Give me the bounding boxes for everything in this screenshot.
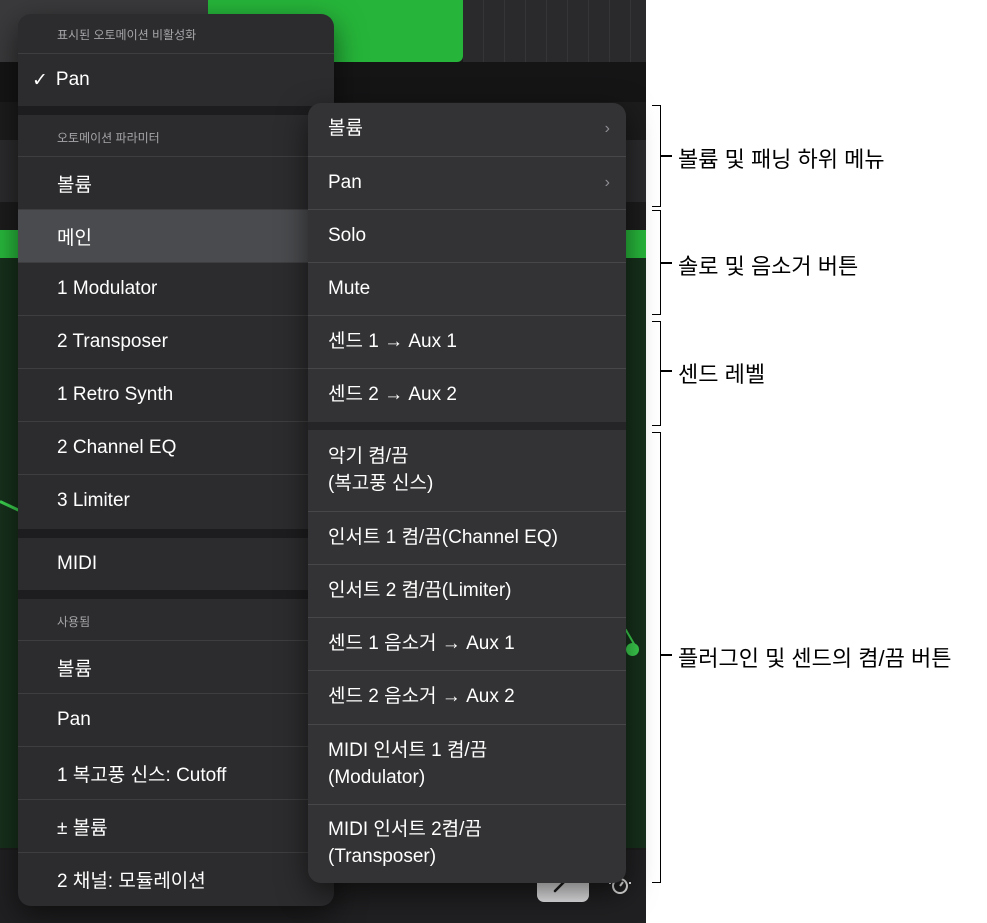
submenu-item-volume[interactable]: 볼륨 › (308, 103, 626, 156)
callout-bracket-plugin-onoff (652, 432, 661, 883)
callout-plugin-onoff: 플러그인 및 센드의 켬/끔 버튼 (678, 646, 952, 671)
submenu-item-label: Pan (328, 171, 362, 193)
menu-item-midi[interactable]: MIDI (18, 538, 334, 590)
menu-item-label: 1 Retro Synth (57, 384, 174, 405)
submenu-item-label: 센드 1 → Aux 1 (328, 330, 457, 352)
submenu-item-label: 악기 켬/끔 (328, 445, 409, 467)
submenu-item-instrument-onoff[interactable]: 악기 켬/끔 (복고풍 신스) (308, 430, 626, 511)
submenu-item-label: Mute (328, 277, 371, 299)
menu-item-label: 볼륨 (57, 658, 92, 680)
menu-item-label: Pan (57, 709, 91, 730)
submenu-item-send2[interactable]: 센드 2 → Aux 2 (308, 368, 626, 421)
submenu-item-label: MIDI 인서트 2켬/끔 (328, 819, 482, 841)
submenu-item-label: 볼륨 (328, 118, 363, 140)
submenu-item-label: 센드 1 음소거 → Aux 1 (328, 632, 515, 654)
used-header: 사용됨 (57, 615, 91, 629)
menu-item-label: 2 채널: 모듈레이션 (57, 871, 206, 892)
callout-send-level: 센드 레벨 (678, 362, 766, 387)
checkmark-icon: ✓ (32, 69, 48, 91)
submenu-item-insert2[interactable]: 인서트 2 켬/끔(Limiter) (308, 564, 626, 617)
menu-item-label: 2 Transposer (57, 331, 168, 352)
submenu-item-sublabel: (복고풍 신스) (328, 472, 434, 494)
submenu-item-send1-mute[interactable]: 센드 1 음소거 → Aux 1 (308, 617, 626, 670)
menu-item-label: 1 복고풍 신스: Cutoff (57, 764, 227, 786)
menu-item-label: 1 Modulator (57, 278, 158, 299)
menu-item-label: 2 Channel EQ (57, 437, 177, 458)
submenu-item-pan[interactable]: Pan › (308, 156, 626, 209)
menu-separator (18, 590, 334, 599)
submenu-item-label: 인서트 2 켬/끔(Limiter) (328, 579, 512, 601)
submenu-item-midi-insert1[interactable]: MIDI 인서트 1 켬/끔 (Modulator) (308, 724, 626, 804)
menu-item-label: MIDI (57, 553, 98, 574)
submenu-item-send2-mute[interactable]: 센드 2 음소거 → Aux 2 (308, 670, 626, 724)
disable-shown-automation-header[interactable]: 표시된 오토메이션 비활성화 (18, 26, 334, 43)
submenu-item-sublabel: (Transposer) (328, 846, 437, 867)
main-submenu: 볼륨 › Pan › Solo Mute 센드 1 → Aux 1 센드 2 →… (308, 103, 626, 883)
submenu-item-label: Solo (328, 224, 367, 246)
automation-menu: 표시된 오토메이션 비활성화 ✓ Pan 오토메이션 파라미터 볼륨 메인 1 … (18, 14, 334, 906)
menu-item-volume[interactable]: 볼륨 (18, 156, 334, 209)
submenu-item-sublabel: (Modulator) (328, 766, 426, 788)
menu-separator (18, 106, 334, 115)
submenu-item-mute[interactable]: Mute (308, 262, 626, 315)
submenu-item-label: 인서트 1 켬/끔(Channel EQ) (328, 526, 558, 548)
callout-bracket-send-level (652, 321, 661, 426)
menu-separator (18, 529, 334, 538)
menu-item-transposer[interactable]: 2 Transposer (18, 315, 334, 368)
callout-volume-pan: 볼륨 및 패닝 하위 메뉴 (678, 147, 885, 172)
automation-parameters-header: 오토메이션 파라미터 (57, 131, 160, 145)
callout-solo-mute: 솔로 및 음소거 버튼 (678, 254, 859, 279)
menu-item-label: ± 볼륨 (57, 817, 108, 839)
menu-item-used-relative-volume[interactable]: ± 볼륨 (18, 799, 334, 852)
callout-tick (660, 155, 672, 157)
menu-item-pan-checked[interactable]: ✓ Pan (18, 53, 334, 106)
timeline-grid (463, 0, 646, 62)
callout-tick (660, 654, 672, 656)
menu-item-modulator[interactable]: 1 Modulator (18, 262, 334, 315)
menu-item-retro-synth[interactable]: 1 Retro Synth (18, 368, 334, 421)
submenu-separator (308, 422, 626, 430)
menu-item-used-volume[interactable]: 볼륨 (18, 640, 334, 693)
menu-item-used-pan[interactable]: Pan (18, 693, 334, 746)
submenu-item-label: 센드 2 음소거 → Aux 2 (328, 686, 515, 708)
submenu-item-label: MIDI 인서트 1 켬/끔 (328, 739, 488, 761)
menu-item-main[interactable]: 메인 (18, 209, 334, 262)
chevron-right-icon: › (604, 120, 610, 138)
menu-item-label: Pan (55, 69, 90, 90)
menu-item-label: 볼륨 (57, 174, 92, 196)
automation-node[interactable] (626, 643, 639, 656)
menu-item-channel-eq[interactable]: 2 Channel EQ (18, 421, 334, 474)
callout-tick (660, 262, 672, 264)
menu-item-label: 메인 (57, 227, 92, 249)
submenu-item-send1[interactable]: 센드 1 → Aux 1 (308, 315, 626, 368)
menu-item-used-cutoff[interactable]: 1 복고풍 신스: Cutoff (18, 746, 334, 799)
chevron-right-icon: › (604, 173, 610, 191)
submenu-item-label: 센드 2 → Aux 2 (328, 383, 457, 405)
menu-item-limiter[interactable]: 3 Limiter (18, 474, 334, 527)
menu-item-used-modulation[interactable]: 2 채널: 모듈레이션 (18, 852, 334, 906)
callout-tick (660, 370, 672, 372)
submenu-item-midi-insert2[interactable]: MIDI 인서트 2켬/끔 (Transposer) (308, 804, 626, 883)
submenu-item-solo[interactable]: Solo (308, 209, 626, 262)
submenu-item-insert1[interactable]: 인서트 1 켬/끔(Channel EQ) (308, 511, 626, 564)
menu-item-label: 3 Limiter (57, 490, 130, 511)
